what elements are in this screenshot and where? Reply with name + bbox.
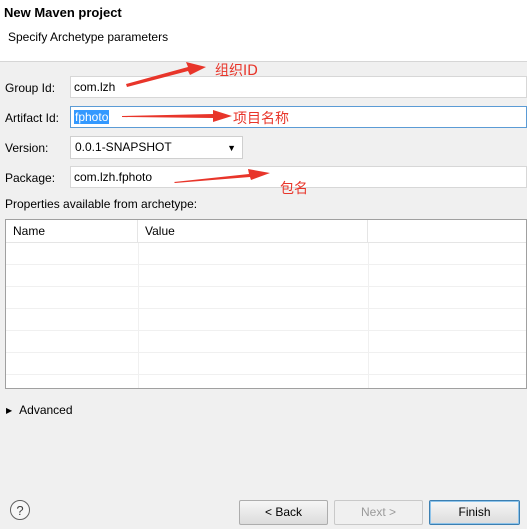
- annotation-group-id: 组织ID: [215, 63, 258, 79]
- artifact-id-label: Artifact Id:: [5, 111, 60, 125]
- annotation-package: 包名: [280, 181, 308, 197]
- properties-label: Properties available from archetype:: [5, 197, 198, 211]
- artifact-id-selected-text: fphoto: [74, 110, 110, 124]
- table-row[interactable]: [6, 287, 526, 309]
- table-row[interactable]: [6, 375, 526, 388]
- table-row[interactable]: [6, 353, 526, 375]
- table-row[interactable]: [6, 265, 526, 287]
- help-button[interactable]: ?: [10, 500, 30, 520]
- expand-triangle-icon[interactable]: ▶: [6, 406, 12, 415]
- package-label: Package:: [5, 171, 56, 185]
- chevron-down-icon[interactable]: ▼: [227, 138, 236, 159]
- dialog-title: New Maven project: [4, 5, 122, 20]
- back-button[interactable]: < Back: [239, 500, 328, 525]
- version-value: 0.0.1-SNAPSHOT: [75, 140, 172, 154]
- properties-table[interactable]: Name Value: [5, 219, 527, 389]
- next-button[interactable]: Next >: [334, 500, 423, 525]
- table-row[interactable]: [6, 331, 526, 353]
- table-row[interactable]: [6, 309, 526, 331]
- advanced-label: Advanced: [19, 403, 73, 417]
- column-header-value[interactable]: Value: [138, 220, 368, 242]
- version-label: Version:: [5, 141, 49, 155]
- dialog-subtitle: Specify Archetype parameters: [8, 30, 169, 44]
- version-select[interactable]: 0.0.1-SNAPSHOT ▼: [70, 136, 243, 159]
- group-id-input[interactable]: com.lzh: [70, 76, 527, 98]
- finish-button[interactable]: Finish: [429, 500, 520, 525]
- group-id-label: Group Id:: [5, 81, 56, 95]
- dialog-header: New Maven project Specify Archetype para…: [0, 0, 527, 62]
- table-header: Name Value: [6, 220, 526, 243]
- table-row[interactable]: [6, 243, 526, 265]
- column-header-name[interactable]: Name: [6, 220, 138, 242]
- annotation-artifact-id: 项目名称: [233, 111, 289, 127]
- artifact-id-input[interactable]: fphoto: [70, 106, 527, 128]
- advanced-toggle[interactable]: ▶ Advanced: [6, 403, 73, 417]
